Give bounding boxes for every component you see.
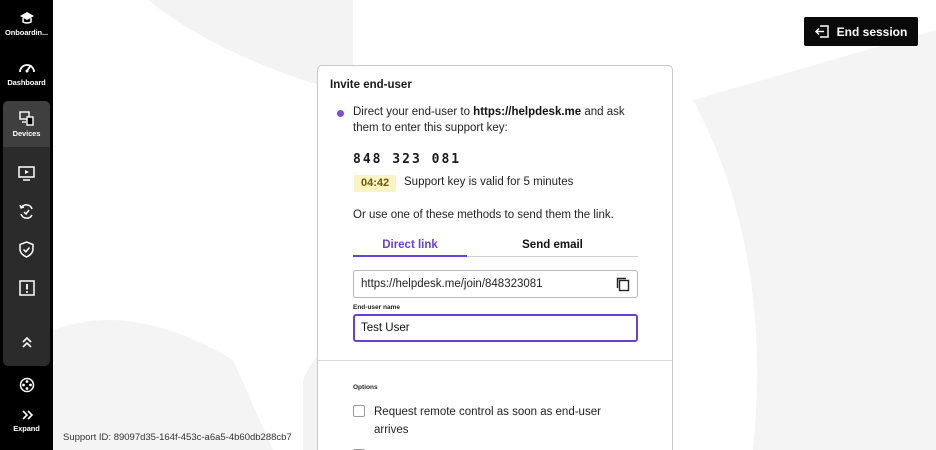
- tab-direct-link[interactable]: Direct link: [353, 239, 467, 257]
- sidebar-nav-group: [3, 101, 50, 366]
- shield-check-icon: [19, 241, 34, 258]
- helpdesk-url: https://helpdesk.me: [473, 106, 582, 118]
- sidebar-collapse-group[interactable]: [0, 335, 53, 349]
- join-link-field[interactable]: https://helpdesk.me/join/848323081: [353, 270, 638, 298]
- sidebar-item-remote-sessions[interactable]: [0, 166, 53, 182]
- invite-end-user-card: Invite end-user Direct your end-user to …: [317, 65, 673, 450]
- step-bullet: [337, 110, 344, 117]
- sidebar-item-label: Expand: [13, 424, 40, 433]
- end-user-name-label: End-user name: [353, 304, 400, 311]
- options-label: Options: [353, 384, 378, 391]
- sidebar-item-devices[interactable]: Devices: [0, 111, 53, 138]
- sidebar-item-updates[interactable]: [0, 203, 53, 220]
- double-chevron-up-icon: [21, 336, 32, 348]
- end-session-label: End session: [836, 24, 908, 39]
- sidebar-item-label: Devices: [12, 129, 41, 138]
- sidebar-item-label: Onboardin...: [5, 28, 48, 37]
- copy-icon[interactable]: [616, 277, 630, 292]
- key-validity-text: Support key is valid for 5 minutes: [404, 176, 574, 188]
- end-user-name-input[interactable]: [353, 314, 638, 342]
- request-remote-control-label: Request remote control as soon as end-us…: [374, 406, 601, 436]
- invite-instructions: Direct your end-user to https://helpdesk…: [353, 104, 653, 136]
- card-title: Invite end-user: [330, 79, 412, 91]
- double-chevron-right-icon: [21, 410, 33, 420]
- end-session-button[interactable]: End session: [804, 17, 918, 46]
- sidebar-expand-button[interactable]: Expand: [0, 409, 53, 433]
- sidebar-item-alerts[interactable]: [0, 280, 53, 296]
- section-divider: [318, 360, 672, 361]
- film-reel-icon: [19, 377, 34, 393]
- request-remote-control-checkbox[interactable]: [353, 405, 365, 417]
- gauge-icon: [18, 64, 35, 73]
- sidebar-item-label: Dashboard: [7, 78, 46, 87]
- sidebar-item-security[interactable]: [0, 241, 53, 258]
- instruction-prefix: Direct your end-user to: [353, 106, 474, 118]
- sidebar-item-dashboard[interactable]: Dashboard: [0, 60, 53, 87]
- support-id: Support ID: 89097d35-164f-453c-a6a5-4b60…: [63, 432, 292, 443]
- sidebar: Onboardin... Dashboard Devices Expand: [0, 0, 53, 450]
- tab-send-email[interactable]: Send email: [467, 239, 638, 257]
- devices-icon: [18, 111, 34, 126]
- exit-icon: [814, 25, 829, 38]
- key-timer-badge: 04:42: [354, 175, 397, 192]
- support-key: 848 323 081: [353, 152, 462, 167]
- sidebar-item-media[interactable]: [0, 377, 53, 393]
- graduation-cap-icon: [19, 12, 34, 24]
- sidebar-item-onboarding[interactable]: Onboardin...: [0, 11, 53, 37]
- send-methods-text: Or use one of these methods to send them…: [353, 209, 614, 221]
- join-link-text: https://helpdesk.me/join/848323081: [361, 278, 543, 290]
- monitor-play-icon: [18, 166, 35, 181]
- sync-check-icon: [19, 204, 33, 219]
- alert-box-icon: [18, 280, 35, 296]
